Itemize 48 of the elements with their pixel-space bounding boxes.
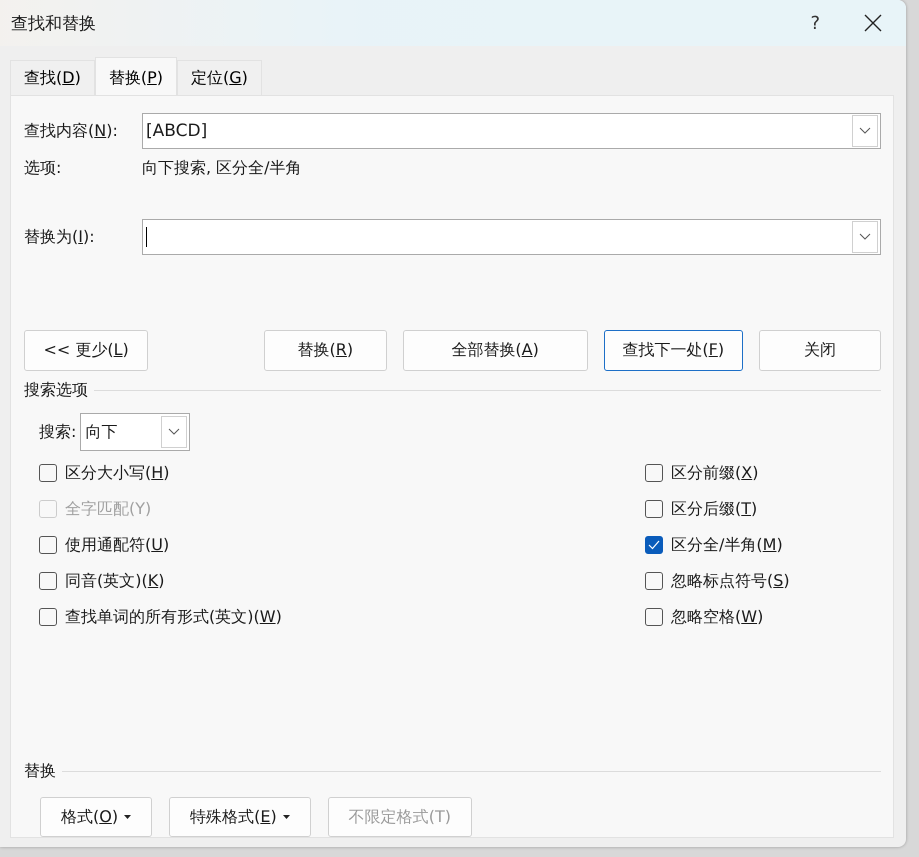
search-label: 搜索:	[39, 422, 76, 442]
option-label[interactable]: 区分前缀(X)	[671, 462, 758, 484]
window-title: 查找和替换	[11, 12, 97, 34]
direction-dropdown[interactable]: 向下	[80, 413, 190, 451]
close-icon[interactable]	[864, 14, 882, 32]
option-label[interactable]: 使用通配符(U)	[65, 534, 170, 556]
section-title: 搜索选项	[24, 380, 88, 401]
checkbox[interactable]	[645, 572, 663, 590]
replace-field[interactable]	[142, 219, 881, 255]
section-title: 替换	[24, 761, 56, 782]
option-label[interactable]: 查找单词的所有形式(英文)(W)	[65, 606, 282, 628]
tab[interactable]: 替换(P)	[94, 57, 177, 95]
checkbox[interactable]	[645, 608, 663, 626]
options-label: 选项:	[24, 158, 62, 179]
option-label[interactable]: 区分全/半角(M)	[671, 534, 783, 556]
chevron-down-icon	[859, 233, 871, 241]
checkbox[interactable]	[645, 500, 663, 518]
dropdown-value: 向下	[85, 422, 118, 442]
option-label[interactable]: 忽略空格(W)	[671, 606, 764, 628]
checkmark-icon	[648, 540, 660, 550]
dialog-button[interactable]: 替换(R)	[264, 330, 386, 371]
checkbox[interactable]	[645, 464, 663, 482]
options-text: 向下搜索, 区分全/半角	[142, 158, 302, 179]
tab[interactable]: 定位(G)	[176, 60, 262, 95]
option-label[interactable]: 区分后缀(T)	[671, 498, 758, 520]
caret-icon	[124, 815, 132, 819]
option-label[interactable]: 区分大小写(H)	[65, 462, 170, 484]
checkbox[interactable]	[39, 536, 57, 554]
checkbox[interactable]	[39, 464, 57, 482]
checkbox[interactable]	[39, 608, 57, 626]
option-label[interactable]: 同音(英文)(K)	[65, 570, 164, 592]
field-label: 查找内容(N):	[24, 120, 119, 142]
caret-icon	[282, 815, 290, 819]
option-label[interactable]: 忽略标点符号(S)	[671, 570, 790, 592]
dialog-button[interactable]: 关闭	[758, 330, 882, 371]
format-button[interactable]: 特殊格式(E)	[169, 797, 311, 837]
chevron-down-icon	[859, 127, 871, 135]
field-label: 替换为(I):	[24, 226, 96, 248]
help-button[interactable]: ?	[810, 12, 820, 34]
checkbox[interactable]	[645, 536, 663, 554]
dialog-button[interactable]: 全部替换(A)	[402, 330, 588, 371]
find-field[interactable]: [ABCD]	[142, 113, 881, 149]
dialog-button[interactable]: << 更少(L)	[24, 330, 148, 371]
chevron-down-icon	[168, 428, 180, 436]
checkbox[interactable]	[39, 572, 57, 590]
tab[interactable]: 查找(D)	[10, 60, 95, 95]
format-button[interactable]: 格式(O)	[40, 797, 152, 837]
dialog-button[interactable]: 查找下一处(F)	[604, 330, 743, 371]
